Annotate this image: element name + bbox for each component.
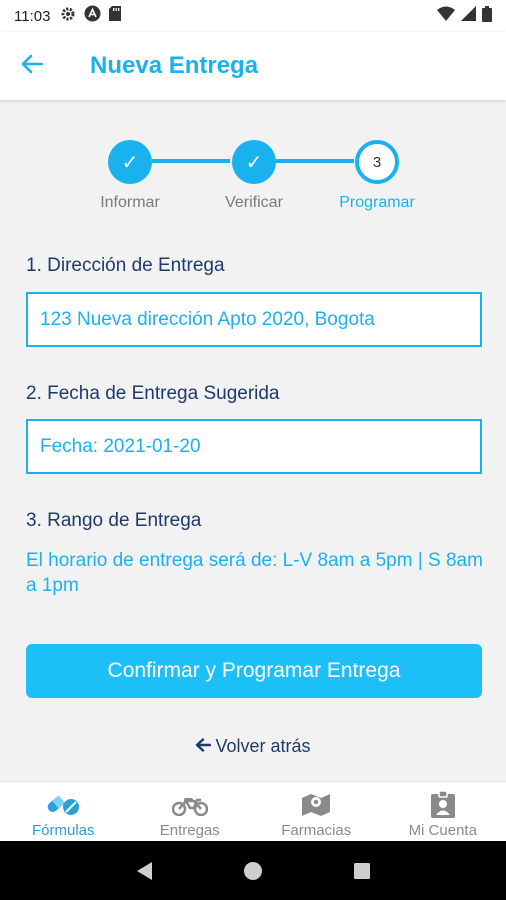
page-title: Nueva Entrega <box>90 52 259 79</box>
wifi-icon <box>437 6 455 26</box>
range-label: 3. Rango de Entrega <box>26 510 202 531</box>
go-back-link[interactable]: Volver atrás <box>0 736 506 757</box>
date-value: Fecha: 2021-01-20 <box>40 435 201 457</box>
settings-icon <box>60 6 76 27</box>
bottom-navigation: Fórmulas Entregas Farmacias Mi Cuenta <box>0 781 506 841</box>
address-label: 1. Dirección de Entrega <box>26 255 225 276</box>
step-2-indicator: ✓ <box>232 140 276 184</box>
status-bar: 11:03 <box>0 0 506 32</box>
step-3-label: Programar <box>339 194 415 211</box>
address-field[interactable]: 123 Nueva dirección Apto 2020, Bogota <box>26 292 482 347</box>
pills-icon <box>46 790 80 820</box>
sd-card-icon <box>109 6 122 26</box>
address-value: 123 Nueva dirección Apto 2020, Bogota <box>40 308 375 330</box>
id-badge-icon <box>430 790 456 820</box>
system-navigation-bar <box>0 841 506 900</box>
date-field[interactable]: Fecha: 2021-01-20 <box>26 419 482 474</box>
step-connector-2 <box>276 159 354 163</box>
arrow-left-icon <box>21 54 44 79</box>
step-1-label: Informar <box>100 194 160 211</box>
system-recents-button[interactable] <box>353 862 371 880</box>
nav-item-formulas[interactable]: Fórmulas <box>0 782 127 841</box>
motorcycle-icon <box>171 790 208 820</box>
step-1-indicator: ✓ <box>108 140 152 184</box>
nav-item-farmacias[interactable]: Farmacias <box>253 782 380 841</box>
delivery-hours-text: El horario de entrega será de: L-V 8am a… <box>26 550 483 596</box>
app-bar: Nueva Entrega <box>0 32 506 100</box>
status-icons-right <box>437 5 492 27</box>
nav-label-mi-cuenta: Mi Cuenta <box>408 822 477 839</box>
nav-item-entregas[interactable]: Entregas <box>127 782 254 841</box>
step-connector-1 <box>152 159 230 163</box>
date-label: 2. Fecha de Entrega Sugerida <box>26 383 280 404</box>
nav-label-entregas: Entregas <box>159 822 220 839</box>
battery-icon <box>482 5 492 27</box>
nav-label-formulas: Fórmulas <box>31 822 95 839</box>
progress-stepper: ✓ ✓ 3 Informar Verificar Programar <box>0 135 506 225</box>
system-back-button[interactable] <box>135 861 153 881</box>
signal-icon <box>461 6 476 26</box>
system-home-button[interactable] <box>243 861 263 881</box>
nav-label-farmacias: Farmacias <box>281 822 352 839</box>
arrow-left-icon <box>195 736 212 757</box>
status-time: 11:03 <box>14 7 51 25</box>
app-notification-icon <box>84 5 101 27</box>
main-content: ✓ ✓ 3 Informar Verificar Programar 1. Di… <box>0 100 506 781</box>
confirm-schedule-button[interactable]: Confirmar y Programar Entrega <box>26 644 482 698</box>
status-icons-left <box>60 5 122 27</box>
back-button[interactable] <box>0 32 64 100</box>
go-back-label: Volver atrás <box>215 736 311 756</box>
step-3-indicator: 3 <box>355 140 399 184</box>
nav-item-mi-cuenta[interactable]: Mi Cuenta <box>380 782 506 841</box>
map-icon <box>301 790 331 820</box>
step-2-label: Verificar <box>225 194 283 211</box>
